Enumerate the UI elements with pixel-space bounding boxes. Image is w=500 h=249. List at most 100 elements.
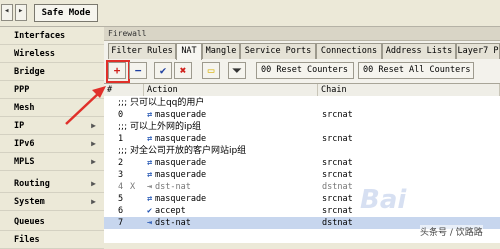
forward-arrow-icon: ▸ [18, 6, 24, 16]
sidebar-item-label: Routing [14, 179, 50, 189]
column-header-chain[interactable]: Chain [318, 84, 500, 96]
sidebar-item-label: IPv6 [14, 139, 35, 149]
reset-all-counters-button[interactable]: 00 Reset All Counters [358, 62, 474, 79]
rule-number: 6 [118, 206, 124, 216]
submenu-arrow-icon: ▶ [91, 157, 96, 166]
comment-row[interactable]: ;;; 可以上外网的ip组 [104, 121, 500, 133]
forward-button[interactable]: ▸ [15, 4, 27, 21]
minus-icon: − [134, 64, 142, 77]
sidebar-item-label: Mesh [14, 103, 35, 113]
dst-nat-icon: ⇥ [146, 182, 153, 192]
submenu-arrow-icon: ▶ [91, 139, 96, 148]
sidebar-item-ipv6[interactable]: IPv6 ▶ [0, 135, 104, 153]
rule-number: 2 [118, 158, 124, 168]
sidebar-item-label: System [14, 197, 45, 207]
sidebar-item-files[interactable]: Files [0, 231, 104, 249]
watermark-logo: Bai [360, 185, 407, 215]
rule-action: masquerade [155, 158, 207, 168]
sidebar-item-label: Queues [14, 217, 45, 227]
filter-button[interactable]: ⏷ [228, 62, 246, 79]
column-header-action[interactable]: Action [144, 84, 318, 96]
sidebar-item-wireless[interactable]: Wireless [0, 45, 104, 63]
table-row[interactable]: 5 ⇄ masquerade srcnat [104, 193, 500, 205]
rule-disabled-flag: X [130, 182, 136, 192]
rule-action: masquerade [155, 110, 207, 120]
rule-chain: dstnat [322, 218, 353, 228]
top-bar: ◂ ▸ Safe Mode [0, 0, 500, 27]
rule-chain: srcnat [322, 158, 353, 168]
safe-mode-button[interactable]: Safe Mode [34, 4, 98, 22]
rule-action: dst-nat [155, 218, 191, 228]
comment-row[interactable]: ;;; 只可以上qq的用户 [104, 97, 500, 109]
rule-action: accept [155, 206, 186, 216]
sidebar-item-queues[interactable]: Queues [0, 213, 104, 231]
reset-counters-button[interactable]: 00 Reset Counters [256, 62, 354, 79]
tab-connections[interactable]: Connections [316, 43, 382, 59]
tab-address-lists[interactable]: Address Lists [382, 43, 456, 59]
sidebar-item-ppp[interactable]: PPP [0, 81, 104, 99]
rule-chain: srcnat [322, 134, 353, 144]
annotation-highlight-box [106, 60, 130, 83]
rule-action: masquerade [155, 194, 207, 204]
nat-rules-table: # Action Chain ;;; 只可以上qq的用户 0 ⇄ masquera… [104, 83, 500, 243]
rule-comment: ;;; 只可以上qq的用户 [118, 98, 205, 108]
masquerade-icon: ⇄ [146, 134, 153, 144]
table-row[interactable]: 1 ⇄ masquerade srcnat [104, 133, 500, 145]
sidebar-item-system[interactable]: System ▶ [0, 193, 104, 211]
enable-button[interactable]: ✔ [154, 62, 172, 79]
watermark-caption: 头条号 / 饮路路 [420, 225, 483, 238]
rule-chain: srcnat [322, 110, 353, 120]
back-arrow-icon: ◂ [4, 6, 10, 16]
sidebar-item-label: Bridge [14, 67, 45, 77]
table-row[interactable]: 6 ✔ accept srcnat [104, 205, 500, 217]
back-button[interactable]: ◂ [1, 4, 13, 21]
sidebar-item-label: IP [14, 121, 25, 131]
rule-action: masquerade [155, 134, 207, 144]
rule-number: 5 [118, 194, 124, 204]
sidebar-item-interfaces[interactable]: Interfaces [0, 27, 104, 45]
rule-number: 3 [118, 170, 124, 180]
masquerade-icon: ⇄ [146, 194, 153, 204]
submenu-arrow-icon: ▶ [91, 121, 96, 130]
check-icon: ✔ [159, 64, 167, 77]
sidebar-item-mpls[interactable]: MPLS ▶ [0, 153, 104, 171]
tab-service-ports[interactable]: Service Ports [240, 43, 316, 59]
filter-icon: ⏷ [232, 64, 242, 77]
submenu-arrow-icon: ▶ [91, 179, 96, 188]
sidebar-item-label: MPLS [14, 157, 35, 167]
table-row[interactable]: 2 ⇄ masquerade srcnat [104, 157, 500, 169]
rule-comment: ;;; 对全公司开放的客户网站ip组 [118, 146, 247, 156]
column-header-num[interactable]: # [104, 84, 144, 96]
rule-comment: ;;; 可以上外网的ip组 [118, 122, 202, 132]
disable-button[interactable]: ✖ [174, 62, 192, 79]
submenu-arrow-icon: ▶ [91, 197, 96, 206]
rule-number: 1 [118, 134, 124, 144]
comment-row[interactable]: ;;; 对全公司开放的客户网站ip组 [104, 145, 500, 157]
toolbar: + − ✔ ✖ ▭ ⏷ 00 Reset Counters 00 Reset A… [104, 60, 500, 83]
sidebar-item-bridge[interactable]: Bridge [0, 63, 104, 81]
sidebar-item-ip[interactable]: IP ▶ [0, 117, 104, 135]
table-row[interactable]: 0 ⇄ masquerade srcnat [104, 109, 500, 121]
masquerade-icon: ⇄ [146, 158, 153, 168]
rule-action: dst-nat [155, 182, 191, 192]
table-row-disabled[interactable]: 4 X ⇥ dst-nat dstnat [104, 181, 500, 193]
remove-button[interactable]: − [129, 62, 147, 79]
tab-mangle[interactable]: Mangle [202, 43, 240, 59]
tab-filter-rules[interactable]: Filter Rules [108, 43, 176, 59]
sidebar-item-mesh[interactable]: Mesh [0, 99, 104, 117]
tab-nat[interactable]: NAT [176, 43, 202, 60]
rule-action: masquerade [155, 170, 207, 180]
rule-chain: dstnat [322, 182, 353, 192]
firewall-window: Firewall Filter Rules NAT Mangle Service… [104, 27, 500, 243]
tab-layer7-protocols[interactable]: Layer7 P [456, 43, 500, 59]
x-icon: ✖ [179, 64, 187, 77]
masquerade-icon: ⇄ [146, 110, 153, 120]
comment-icon: ▭ [207, 64, 215, 77]
table-row[interactable]: 3 ⇄ masquerade srcnat [104, 169, 500, 181]
sidebar-item-routing[interactable]: Routing ▶ [0, 175, 104, 193]
masquerade-icon: ⇄ [146, 170, 153, 180]
add-button[interactable]: + [106, 60, 130, 83]
sidebar-menu: Interfaces Wireless Bridge PPP Mesh IP ▶ … [0, 27, 105, 249]
comment-button[interactable]: ▭ [202, 62, 220, 79]
rule-chain: srcnat [322, 206, 353, 216]
